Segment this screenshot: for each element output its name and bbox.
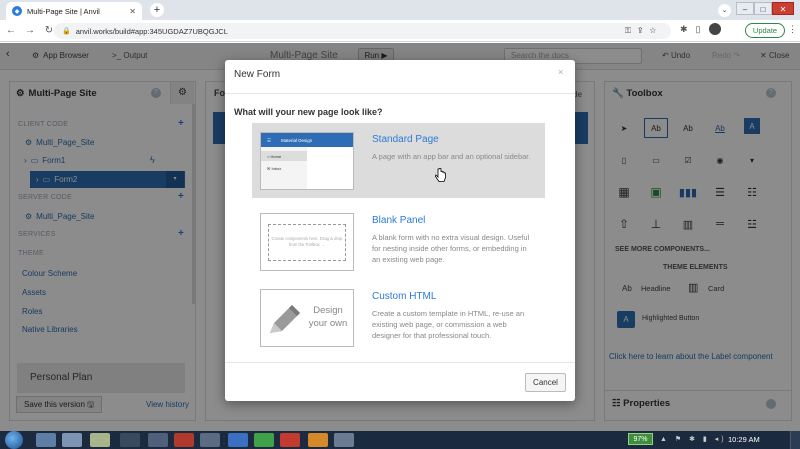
- hamburger-icon: ☰: [267, 138, 272, 143]
- dialog-question: What will your new page look like?: [234, 107, 383, 117]
- show-desktop-button[interactable]: [790, 431, 800, 449]
- terminal-taskbar-icon[interactable]: [120, 433, 140, 447]
- media-taskbar-icon[interactable]: [280, 433, 300, 447]
- thumb-app-bar: ☰ Material Design: [261, 133, 353, 147]
- extensions-icon[interactable]: ✱: [680, 24, 688, 35]
- extensions-bar: ✱ ▯: [680, 23, 721, 35]
- blank-panel-option[interactable]: Create components here. Drag & drop from…: [252, 204, 545, 279]
- notes-taskbar-icon[interactable]: [90, 433, 110, 447]
- tab-title: Multi-Page Site | Anvil: [27, 6, 100, 16]
- back-icon[interactable]: ←: [3, 25, 19, 36]
- update-button[interactable]: Update: [745, 23, 785, 38]
- thumb-nav-inbox-label: Inbox: [271, 166, 282, 171]
- meeting-taskbar-icon[interactable]: [228, 433, 248, 447]
- pencil-icon: [270, 305, 300, 333]
- folder-taskbar-icon[interactable]: [200, 433, 220, 447]
- minimize-icon[interactable]: –: [736, 2, 754, 15]
- anvil-favicon-icon: ◆: [12, 6, 22, 16]
- tab-close-icon[interactable]: ✕: [129, 7, 136, 16]
- custom-html-description: Create a custom template in HTML, re-use…: [372, 309, 525, 340]
- maximize-icon[interactable]: □: [754, 2, 772, 15]
- forward-icon[interactable]: →: [22, 25, 38, 36]
- lock-icon[interactable]: 🔒: [62, 27, 71, 35]
- sync-taskbar-icon[interactable]: [254, 433, 274, 447]
- new-tab-button[interactable]: +: [150, 3, 164, 17]
- tools-taskbar-icon[interactable]: [334, 433, 354, 447]
- thumb-nav-inbox: ✉ Inbox: [261, 163, 307, 173]
- explorer-taskbar-icon[interactable]: [36, 433, 56, 447]
- standard-page-thumbnail: ☰ Material Design ⌂ Home ✉ Inbox: [260, 132, 354, 190]
- profile-avatar[interactable]: [708, 23, 721, 35]
- address-bar[interactable]: 🔒 anvil.works/build#app:345UGDAZ7UBQGJCL…: [54, 23, 671, 39]
- taskbar-clock[interactable]: 10:29 AM: [728, 435, 760, 444]
- editor-taskbar-icon[interactable]: [148, 433, 168, 447]
- blank-panel-description: A blank form with no extra visual design…: [372, 233, 530, 264]
- hand-cursor-icon: [435, 168, 446, 182]
- start-button-icon[interactable]: [5, 431, 23, 449]
- system-tray-icons[interactable]: ▲ ⚑ ✱ ▮ ◂): [660, 435, 727, 443]
- custom-html-title[interactable]: Custom HTML: [372, 291, 436, 302]
- dialog-title: New Form: [234, 69, 281, 80]
- window-controls: – □ ✕: [736, 2, 794, 15]
- thumb-bar-title: Material Design: [281, 138, 313, 143]
- blank-panel-thumbnail: Create components here. Drag & drop from…: [260, 213, 354, 271]
- browser-menu-icon[interactable]: ⋮: [788, 24, 797, 35]
- thumb-drop-zone: Create components here. Drag & drop from…: [268, 224, 346, 261]
- custom-html-option[interactable]: Design your own Custom HTML Create a cus…: [252, 280, 545, 355]
- paint-taskbar-icon[interactable]: [308, 433, 328, 447]
- thumb-nav-home: ⌂ Home: [261, 151, 307, 161]
- battery-indicator[interactable]: 97%: [628, 433, 653, 445]
- blank-panel-title[interactable]: Blank Panel: [372, 215, 425, 226]
- chrome-taskbar-icon[interactable]: [62, 433, 82, 447]
- tab-search-icon[interactable]: ⌄: [718, 4, 731, 17]
- standard-page-option[interactable]: ☰ Material Design ⌂ Home ✉ Inbox Standard…: [252, 123, 545, 198]
- url-text: anvil.works/build#app:345UGDAZ7UBQGJCL: [75, 26, 228, 36]
- standard-page-title[interactable]: Standard Page: [372, 134, 439, 145]
- browser-tab[interactable]: ◆ Multi-Page Site | Anvil ✕: [6, 2, 142, 20]
- cancel-button[interactable]: Cancel: [525, 373, 566, 392]
- custom-html-thumbnail: Design your own: [260, 289, 354, 347]
- design-your-own-text: Design your own: [303, 304, 353, 330]
- sidepanel-icon[interactable]: ▯: [696, 24, 701, 35]
- red-app-taskbar-icon[interactable]: [174, 433, 194, 447]
- thumb-nav-home-label: Home: [270, 154, 282, 159]
- dialog-close-icon[interactable]: ×: [558, 67, 563, 77]
- divider: [225, 93, 575, 94]
- thumb-text-line1: Design: [313, 305, 343, 316]
- omnibox-actions-icon[interactable]: ⚿⇪☆: [625, 26, 663, 36]
- thumb-text-line2: your own: [308, 318, 348, 329]
- divider: [225, 362, 575, 363]
- standard-page-description: A page with an app bar and an optional s…: [372, 152, 531, 161]
- window-close-icon[interactable]: ✕: [772, 2, 794, 15]
